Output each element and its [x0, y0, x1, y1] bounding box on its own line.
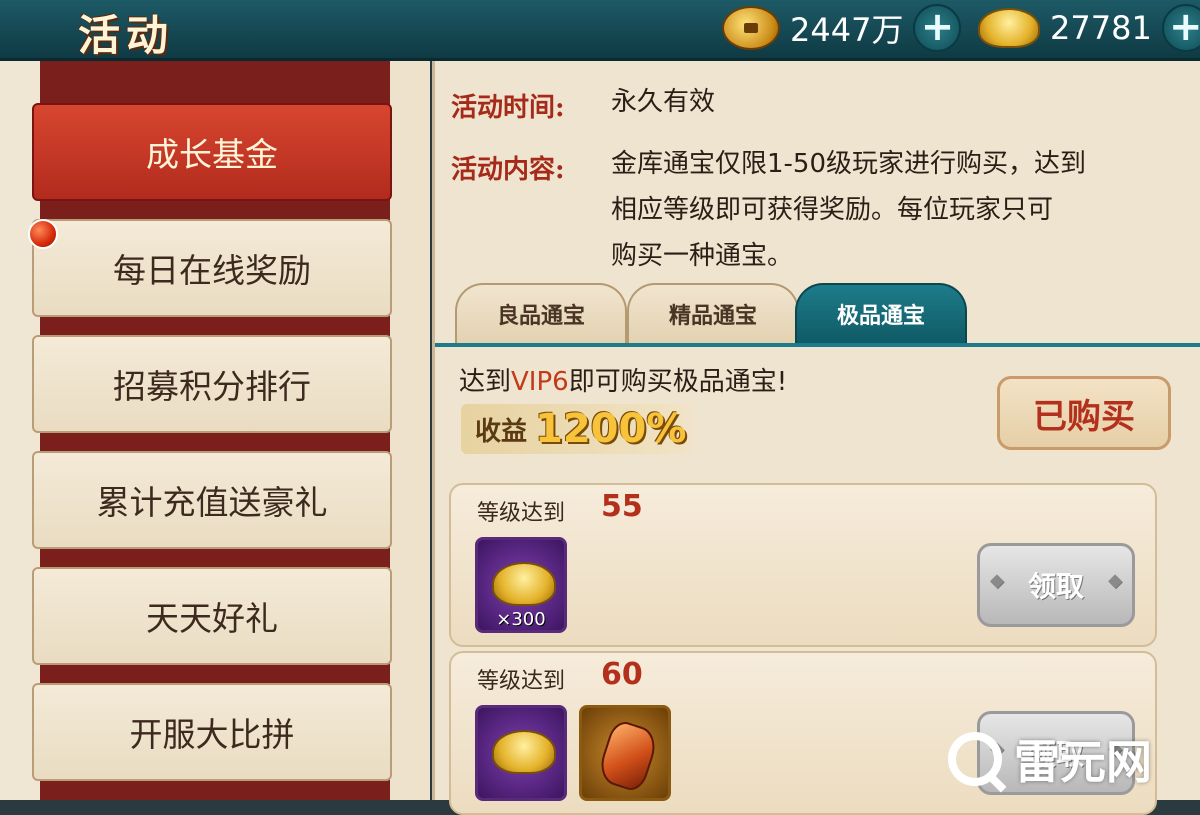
time-label: 活动时间:: [451, 93, 565, 123]
sidebar-item-label: 成长基金: [146, 135, 278, 174]
tab-divider: [435, 343, 1200, 347]
watermark-logo-icon: [948, 732, 1002, 786]
activity-panel: 活动时间: 永久有效 活动内容: 金库通宝仅限1-50级玩家进行购买，达到 相应…: [432, 61, 1200, 815]
yield-label: 收益: [475, 416, 528, 447]
copper-amount: 2447万: [790, 11, 904, 49]
activity-sidebar: 成长基金 每日在线奖励 招募积分排行 累计充值送豪礼 天天好礼 开服大比拼: [0, 61, 430, 800]
level-value: 55: [601, 489, 643, 524]
add-gold-button[interactable]: +: [1161, 4, 1200, 52]
level-label: 等级达到: [477, 669, 566, 694]
top-bar: 活动 2447万 + 27781 +: [0, 0, 1200, 61]
gold-currency: 27781 +: [978, 4, 1200, 52]
watermark: 雷元网: [948, 726, 1152, 792]
gold-ingot-icon: [492, 730, 556, 774]
sidebar-item-daily-gift[interactable]: 天天好礼: [32, 567, 392, 665]
sidebar-item-label: 开服大比拼: [129, 715, 295, 754]
tab-premium[interactable]: 极品通宝: [795, 283, 967, 343]
sidebar-item-recruit-rank[interactable]: 招募积分排行: [32, 335, 392, 433]
purchased-button[interactable]: 已购买: [997, 376, 1171, 450]
sidebar-item-label: 累计充值送豪礼: [96, 483, 328, 522]
sidebar-item-recharge-gift[interactable]: 累计充值送豪礼: [32, 451, 392, 549]
sidebar-item-label: 招募积分排行: [113, 367, 311, 406]
sidebar-item-server-contest[interactable]: 开服大比拼: [32, 683, 392, 781]
gem-icon: [595, 718, 661, 794]
add-copper-button[interactable]: +: [913, 4, 962, 52]
vip-level: VIP6: [511, 367, 569, 397]
reward-card: 等级达到 55 ×300 领取: [449, 483, 1157, 647]
copper-currency: 2447万 +: [722, 4, 962, 52]
sidebar-item-growth-fund[interactable]: 成长基金: [32, 103, 392, 201]
content-label: 活动内容:: [451, 155, 565, 185]
sidebar-item-daily-online[interactable]: 每日在线奖励: [32, 219, 392, 317]
level-label: 等级达到: [477, 501, 566, 526]
content-line: 相应等级即可获得奖励。每位玩家只可: [611, 195, 1054, 225]
gold-amount: 27781: [1050, 9, 1152, 47]
yield-banner: 收益 1200%: [461, 404, 701, 454]
requirement-prefix: 达到: [459, 367, 512, 397]
tab-fine[interactable]: 精品通宝: [627, 283, 799, 343]
reward-slot[interactable]: [475, 705, 567, 801]
level-value: 60: [601, 657, 643, 692]
reward-slot[interactable]: [579, 705, 671, 801]
gold-ingot-icon: [978, 8, 1040, 48]
page-title: 活动: [78, 11, 175, 60]
sidebar-item-label: 天天好礼: [146, 599, 278, 638]
yield-value: 1200%: [535, 406, 687, 452]
content-line: 金库通宝仅限1-50级玩家进行购买，达到: [611, 149, 1087, 179]
content-line: 购买一种通宝。: [611, 241, 794, 271]
reward-quantity: ×300: [496, 609, 546, 630]
gold-ingot-icon: [492, 562, 556, 606]
watermark-text: 雷元网: [1014, 735, 1152, 789]
time-value: 永久有效: [611, 87, 716, 117]
claim-button[interactable]: 领取: [977, 543, 1135, 627]
tab-label: 极品通宝: [836, 304, 925, 329]
notification-dot: [28, 219, 58, 249]
purchase-requirement: 达到VIP6即可购买极品通宝!: [459, 361, 787, 398]
tab-label: 良品通宝: [496, 304, 585, 329]
requirement-suffix: 即可购买极品通宝!: [568, 367, 788, 397]
tab-label: 精品通宝: [668, 304, 757, 329]
tab-good[interactable]: 良品通宝: [455, 283, 627, 343]
sidebar-item-label: 每日在线奖励: [113, 251, 311, 290]
reward-slot[interactable]: ×300: [475, 537, 567, 633]
copper-coin-icon: [722, 6, 780, 50]
